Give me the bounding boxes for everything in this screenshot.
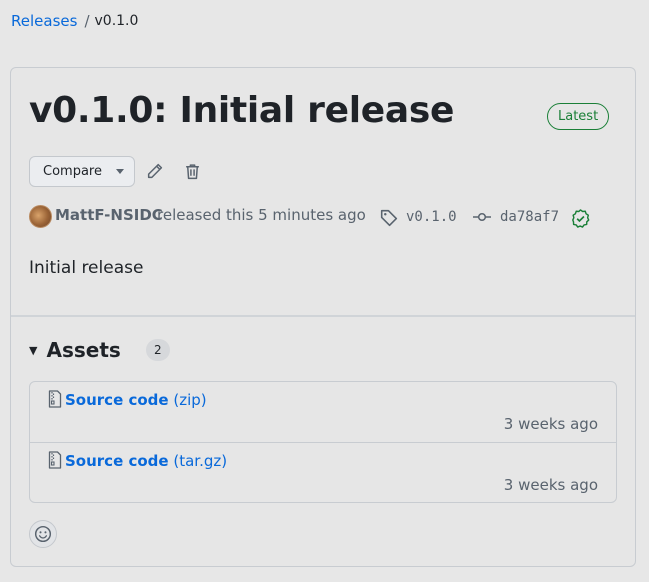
verified-icon[interactable] <box>571 209 590 228</box>
delete-button[interactable] <box>181 160 203 182</box>
asset-name: Source code <box>65 452 169 470</box>
asset-link[interactable]: Source code (zip) <box>65 391 207 409</box>
breadcrumb-current: v0.1.0 <box>94 13 139 29</box>
caret-down-icon <box>115 169 124 174</box>
breadcrumb-releases-link[interactable]: Releases <box>11 12 77 30</box>
list-item: Source code (zip) 3 weeks ago <box>30 382 616 442</box>
assets-label: Assets <box>46 338 121 362</box>
triangle-down-icon: ▼ <box>29 343 38 357</box>
smiley-icon <box>34 525 52 543</box>
breadcrumb: Releases / v0.1.0 <box>11 12 138 30</box>
compare-button[interactable]: Compare <box>29 156 135 187</box>
commit-link[interactable]: da78af7 <box>500 209 559 225</box>
breadcrumb-separator: / <box>84 12 90 30</box>
released-text: released this 5 minutes ago <box>157 206 366 224</box>
file-zip-icon <box>48 451 62 469</box>
author-link[interactable]: MattF-NSIDC <box>55 206 163 224</box>
latest-badge: Latest <box>547 103 610 130</box>
release-meta: MattF-NSIDC released this 5 minutes ago … <box>29 205 629 231</box>
list-item: Source code (tar.gz) 3 weeks ago <box>30 442 616 502</box>
pencil-icon <box>147 163 162 178</box>
asset-ext: (tar.gz) <box>173 452 228 470</box>
divider <box>11 315 635 317</box>
asset-time: 3 weeks ago <box>503 476 598 494</box>
tag-icon <box>380 209 398 227</box>
release-body: Initial release <box>29 258 144 278</box>
trash-icon <box>185 163 199 179</box>
asset-name: Source code <box>65 391 169 409</box>
file-zip-icon <box>48 390 62 408</box>
commit-icon <box>473 212 491 222</box>
asset-time: 3 weeks ago <box>503 415 598 433</box>
assets-count: 2 <box>145 339 170 361</box>
tag-link[interactable]: v0.1.0 <box>406 209 457 225</box>
assets-list: Source code (zip) 3 weeks ago Source cod… <box>29 381 617 503</box>
asset-ext: (zip) <box>173 391 207 409</box>
avatar[interactable] <box>29 205 52 228</box>
release-title: v0.1.0: Initial release <box>29 90 455 131</box>
assets-toggle[interactable]: ▼ Assets 2 <box>29 338 170 362</box>
compare-label: Compare <box>43 164 102 179</box>
add-reaction-button[interactable] <box>29 520 57 548</box>
edit-button[interactable] <box>143 160 165 182</box>
asset-link[interactable]: Source code (tar.gz) <box>65 452 227 470</box>
release-card: v0.1.0: Initial release Latest Compare M… <box>10 67 636 567</box>
